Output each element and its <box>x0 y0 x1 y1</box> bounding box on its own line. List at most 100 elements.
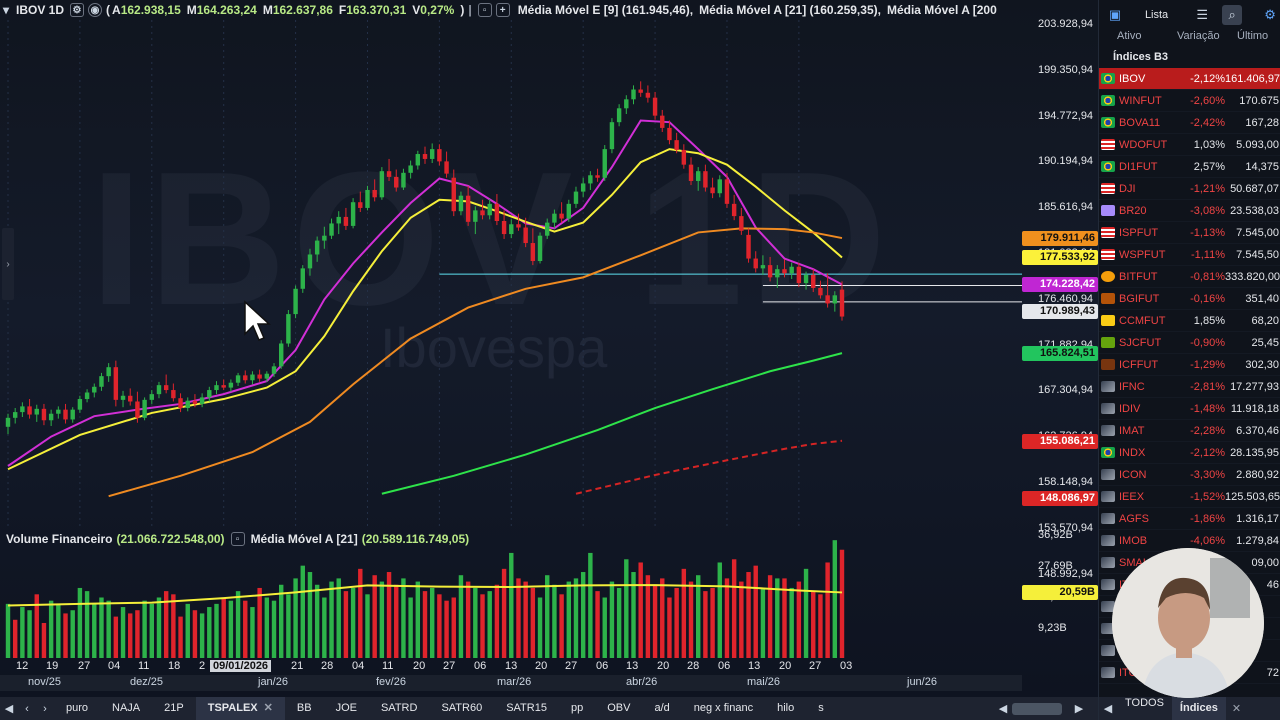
volume-bar[interactable] <box>401 578 406 658</box>
quote-row[interactable]: DJI -1,21% 50.687,07 <box>1099 178 1280 200</box>
candle-body[interactable] <box>703 171 708 188</box>
candle-body[interactable] <box>70 409 75 420</box>
candle-body[interactable] <box>178 398 183 409</box>
volume-bar[interactable] <box>487 591 492 658</box>
candle-body[interactable] <box>631 89 636 100</box>
candle-body[interactable] <box>235 375 241 383</box>
volume-bar[interactable] <box>372 575 377 658</box>
volume-bar[interactable] <box>717 562 722 658</box>
indicator-label[interactable]: Média Móvel A [200 <box>887 3 997 17</box>
candle-body[interactable] <box>501 221 507 235</box>
candle-body[interactable] <box>775 269 780 278</box>
quote-row[interactable]: CCMFUT 1,85% 68,20 <box>1099 310 1280 332</box>
workspace-tab[interactable]: SATRD <box>369 697 429 720</box>
volume-bar[interactable] <box>602 597 607 659</box>
volume-bar[interactable] <box>171 594 176 658</box>
volume-bar[interactable] <box>789 587 794 658</box>
quote-row[interactable]: AGFS -1,86% 1.316,17 <box>1099 508 1280 530</box>
volume-bar[interactable] <box>394 584 399 658</box>
candle-body[interactable] <box>394 176 399 188</box>
volume-bar[interactable] <box>832 540 838 658</box>
volume-bar[interactable] <box>559 594 564 658</box>
candle-body[interactable] <box>243 375 248 381</box>
volume-bar[interactable] <box>192 610 198 658</box>
volume-bar[interactable] <box>422 591 428 658</box>
workspace-tab[interactable]: 21P <box>152 697 196 720</box>
candle-body[interactable] <box>537 235 543 262</box>
volume-bar[interactable] <box>552 584 557 658</box>
candle-body[interactable] <box>192 400 198 404</box>
candle-body[interactable] <box>839 289 845 317</box>
volume-bar[interactable] <box>379 581 385 658</box>
time-axis[interactable]: 12 19 27 04 11 18 2 09/01/2026 21 28 04 11 20 27 06 13 2… <box>0 659 1022 673</box>
volume-bar[interactable] <box>365 594 370 658</box>
quote-row[interactable]: WDOFUT 1,03% 5.093,00 <box>1099 134 1280 156</box>
workspace-tab[interactable]: JOE <box>324 697 369 720</box>
candle-body[interactable] <box>429 149 435 159</box>
volume-bar[interactable] <box>207 607 212 658</box>
quote-row[interactable]: IMAT -2,28% 6.370,46 <box>1099 420 1280 442</box>
workspace-tab[interactable]: SATR60 <box>429 697 494 720</box>
volume-bar[interactable] <box>595 591 600 658</box>
volume-bar[interactable] <box>77 587 83 658</box>
volume-bar[interactable] <box>199 613 205 658</box>
candle-body[interactable] <box>803 274 809 284</box>
candle-body[interactable] <box>99 376 104 387</box>
volume-bar[interactable] <box>494 584 500 658</box>
candle-body[interactable] <box>595 175 600 178</box>
volume-bar[interactable] <box>329 581 334 658</box>
quote-row[interactable]: IFNC -2,81% 17.277,93 <box>1099 376 1280 398</box>
candle-body[interactable] <box>257 374 262 379</box>
candle-body[interactable] <box>12 412 18 418</box>
quote-row[interactable]: IDIV -1,48% 11.918,18 <box>1099 398 1280 420</box>
volume-bar[interactable] <box>516 578 521 658</box>
workspace-tab[interactable]: puro <box>54 697 100 720</box>
volume-bar[interactable] <box>681 568 687 658</box>
candle-body[interactable] <box>724 179 730 204</box>
volume-bar[interactable] <box>70 610 75 658</box>
candle-body[interactable] <box>314 240 320 255</box>
candle-body[interactable] <box>609 122 615 150</box>
volume-bar[interactable] <box>688 581 694 658</box>
candle-body[interactable] <box>135 401 140 418</box>
volume-bar[interactable] <box>48 600 54 658</box>
candle-body[interactable] <box>163 385 169 391</box>
candle-body[interactable] <box>120 395 126 400</box>
volume-bar[interactable] <box>408 597 413 659</box>
indicator-label[interactable]: Média Móvel A [21] (160.259,35), <box>699 3 881 17</box>
candle-body[interactable] <box>458 195 464 212</box>
volume-bar[interactable] <box>264 597 270 659</box>
candle-body[interactable] <box>710 187 715 194</box>
candle-body[interactable] <box>343 216 349 226</box>
eye-icon[interactable]: ◉ <box>88 3 103 17</box>
volume-bar[interactable] <box>609 581 615 658</box>
candle-body[interactable] <box>465 195 471 222</box>
candle-body[interactable] <box>509 224 514 235</box>
volume-bar[interactable] <box>429 587 435 658</box>
symbol-label[interactable]: IBOV 1D <box>16 3 64 17</box>
candle-body[interactable] <box>559 213 564 219</box>
workspace-tab[interactable]: NAJA <box>100 697 152 720</box>
candle-body[interactable] <box>228 382 234 388</box>
volume-bar[interactable] <box>660 578 665 658</box>
candle-body[interactable] <box>48 413 54 421</box>
volume-bar[interactable] <box>185 603 190 658</box>
volume-bar[interactable] <box>523 581 528 658</box>
candle-body[interactable] <box>545 222 550 236</box>
volume-bar[interactable] <box>250 607 255 658</box>
candle-body[interactable] <box>365 189 370 208</box>
candle-body[interactable] <box>667 127 672 141</box>
volume-bar[interactable] <box>322 597 327 659</box>
candle-body[interactable] <box>825 295 830 304</box>
volume-bar[interactable] <box>566 581 572 658</box>
panel-icon[interactable]: ▣ <box>1105 5 1125 25</box>
workspace-tab[interactable]: neg x financ <box>682 697 765 720</box>
candle-body[interactable] <box>717 179 722 194</box>
candle-body[interactable] <box>753 258 758 269</box>
candle-body[interactable] <box>329 223 334 236</box>
volume-bar[interactable] <box>20 607 25 658</box>
toggle-icon[interactable]: ▫ <box>477 3 492 17</box>
quote-row[interactable]: WSPFUT -1,11% 7.545,50 <box>1099 244 1280 266</box>
volume-bar[interactable] <box>695 575 701 658</box>
moving-average-line[interactable] <box>7 148 843 471</box>
